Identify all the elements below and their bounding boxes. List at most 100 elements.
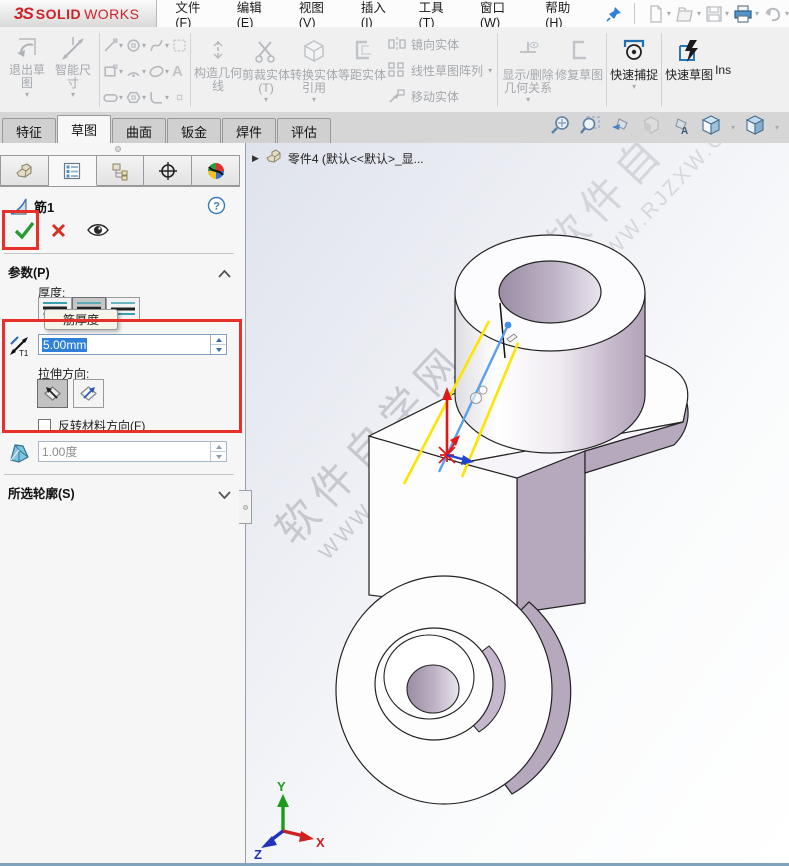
view-orientation-dropdown[interactable]: ▾ (731, 123, 735, 132)
tab-dimxpert[interactable] (144, 155, 193, 186)
arc-tool-button[interactable]: ▾ (126, 64, 146, 79)
tab-surfaces[interactable]: 曲面 (112, 118, 166, 143)
pin-menu-icon[interactable] (606, 6, 622, 22)
zoom-area-icon[interactable] (580, 115, 601, 141)
menu-window[interactable]: 窗口(W) (480, 0, 521, 30)
relations-dropdown[interactable]: ▾ (526, 95, 530, 104)
collapse-chevron-icon[interactable] (218, 265, 231, 283)
polygon-tool-button[interactable]: ▾ (126, 90, 146, 105)
exit-sketch-dropdown[interactable]: ▾ (25, 90, 29, 99)
display-style-dropdown[interactable]: ▾ (775, 123, 779, 132)
fillet-tool-button[interactable]: ▾ (149, 90, 169, 105)
model-3d[interactable]: Y X Z (246, 143, 789, 860)
cancel-button[interactable] (50, 222, 67, 244)
ellipse-tool-button[interactable]: ▾ (149, 64, 169, 79)
zoom-fit-icon[interactable] (550, 115, 571, 141)
save-button[interactable]: ▾ (705, 5, 729, 23)
quick-access-toolbar: ▾ ▾ ▾ ▾ ▾ (647, 4, 789, 23)
offset-entities-icon (349, 38, 375, 69)
tab-sketch[interactable]: 草图 (57, 115, 111, 143)
print-button[interactable]: ▾ (733, 4, 759, 23)
tab-configuration-manager[interactable] (96, 155, 145, 186)
draft-icon (6, 440, 32, 471)
display-delete-relations-button[interactable]: 显示/删除几何关系 ▾ (501, 30, 555, 110)
menu-file[interactable]: 文件(F) (175, 0, 212, 30)
draft-spinner[interactable] (210, 442, 226, 461)
menu-view[interactable]: 视图(V) (299, 0, 337, 30)
scissors-icon (253, 38, 279, 69)
previous-view-icon[interactable] (610, 115, 631, 141)
graphics-viewport[interactable]: ▶ 零件4 (默认<<默认>_显... 软件自学网 WWW.RJZXW.COM … (246, 143, 789, 863)
offset-entities-button[interactable]: 等距实体 (338, 30, 386, 110)
parallel-to-sketch-button[interactable] (37, 379, 68, 408)
convert-entities-button[interactable]: 转换实体引用 ▾ (290, 30, 338, 110)
expand-chevron-icon[interactable] (218, 486, 231, 504)
construction-geometry-button[interactable]: 构造几何线 (194, 30, 242, 110)
dassault-logo-icon: 3S (14, 3, 34, 23)
preview-eye-button[interactable] (86, 221, 110, 244)
slot-tool-button[interactable]: ▾ (103, 90, 123, 105)
text-tool-button[interactable]: A (172, 63, 187, 80)
exit-sketch-button[interactable]: 退出草图 ▾ (4, 30, 50, 110)
tab-feature-manager-tree[interactable] (0, 155, 49, 186)
solidworks-window: 3S SOLID WORKS 文件(F) 编辑(E) 视图(V) 插入(I) 工具… (0, 0, 789, 866)
sketch-toolbar: 退出草图 ▾ 智能尺寸 ▾ ▾ ▾ ▾ ▾ ▾ ▾ A ▾ ▾ ▾ 构造几何线 (0, 27, 789, 112)
flip-material-checkbox[interactable] (38, 419, 51, 432)
thickness-spinner[interactable] (210, 335, 226, 354)
menu-edit[interactable]: 编辑(E) (237, 0, 275, 30)
triad-x-label: X (316, 835, 325, 850)
selected-contours-header[interactable]: 所选轮廓(S) (8, 483, 75, 502)
flip-material-row: 反转材料方向(F) (38, 417, 145, 434)
quick-snaps-dropdown[interactable]: ▾ (632, 82, 636, 91)
line-tool-button[interactable]: ▾ (103, 38, 123, 53)
circle-tool-button[interactable]: ▾ (126, 38, 146, 53)
panel-resize-grip[interactable] (115, 146, 121, 152)
view-orientation-icon[interactable] (700, 114, 722, 141)
document-title[interactable]: 零件4 (默认<<默认>_显... (288, 150, 424, 167)
triad-z-label: Z (254, 847, 262, 860)
repair-sketch-button[interactable]: 修复草图 (555, 30, 603, 110)
mirror-entities-button[interactable]: 镜向实体 (388, 33, 492, 55)
tab-features[interactable]: 特征 (2, 118, 56, 143)
parameters-header[interactable]: 参数(P) (8, 262, 50, 281)
thickness-value-input[interactable]: 5.00mm (38, 334, 227, 355)
ok-button[interactable] (13, 220, 36, 246)
undo-button[interactable]: ▾ (763, 5, 789, 23)
smart-dimension-dropdown[interactable]: ▾ (71, 90, 75, 99)
tab-evaluate[interactable]: 评估 (277, 118, 331, 143)
linear-sketch-pattern-button[interactable]: 线性草图阵列 ▾ (388, 59, 492, 81)
tab-sheet-metal[interactable]: 钣金 (167, 118, 221, 143)
toolbar-divider (99, 33, 100, 107)
menu-tools[interactable]: 工具(T) (419, 0, 456, 30)
move-entities-button[interactable]: 移动实体 (388, 85, 492, 107)
menu-insert[interactable]: 插入(I) (361, 0, 395, 30)
trim-entities-button[interactable]: 剪裁实体(T) ▾ (242, 30, 290, 110)
trim-entities-dropdown[interactable]: ▾ (264, 95, 268, 104)
svg-text:?: ? (213, 201, 220, 213)
help-icon[interactable]: ? (207, 196, 226, 220)
tab-weldments[interactable]: 焊件 (222, 118, 276, 143)
spline-tool-button[interactable]: ▾ (149, 38, 169, 53)
rapid-sketch-button[interactable]: 快速草图 (665, 30, 713, 110)
rapid-sketch-icon (676, 38, 702, 69)
command-manager-tabs: 特征 草图 曲面 钣金 焊件 评估 A ▾ ▾ (0, 112, 789, 143)
menu-help[interactable]: 帮助(H) (545, 0, 584, 30)
smart-dimension-button[interactable]: 智能尺寸 ▾ (50, 30, 96, 110)
model-lobe (335, 575, 572, 805)
normal-to-sketch-button[interactable] (73, 379, 104, 408)
point-tool-button[interactable] (172, 90, 187, 105)
sketch-picture-button[interactable] (172, 38, 187, 53)
convert-entities-dropdown[interactable]: ▾ (312, 95, 316, 104)
rectangle-tool-button[interactable]: ▾ (103, 64, 123, 79)
open-document-button[interactable]: ▾ (675, 5, 701, 23)
display-style-icon[interactable] (744, 114, 766, 141)
rib-thickness-icon: T1 (7, 333, 32, 363)
tab-appearances[interactable] (192, 155, 240, 186)
flyout-arrow-icon[interactable]: ▶ (252, 153, 259, 164)
panel-tab-strip (0, 155, 240, 187)
draft-angle-input[interactable]: 1.00度 (38, 441, 227, 462)
new-document-button[interactable]: ▾ (647, 4, 671, 23)
tab-property-manager[interactable] (48, 155, 97, 186)
view-settings-icon[interactable]: A (670, 115, 691, 141)
quick-snaps-button[interactable]: 快速捕捉 ▾ (610, 30, 658, 110)
